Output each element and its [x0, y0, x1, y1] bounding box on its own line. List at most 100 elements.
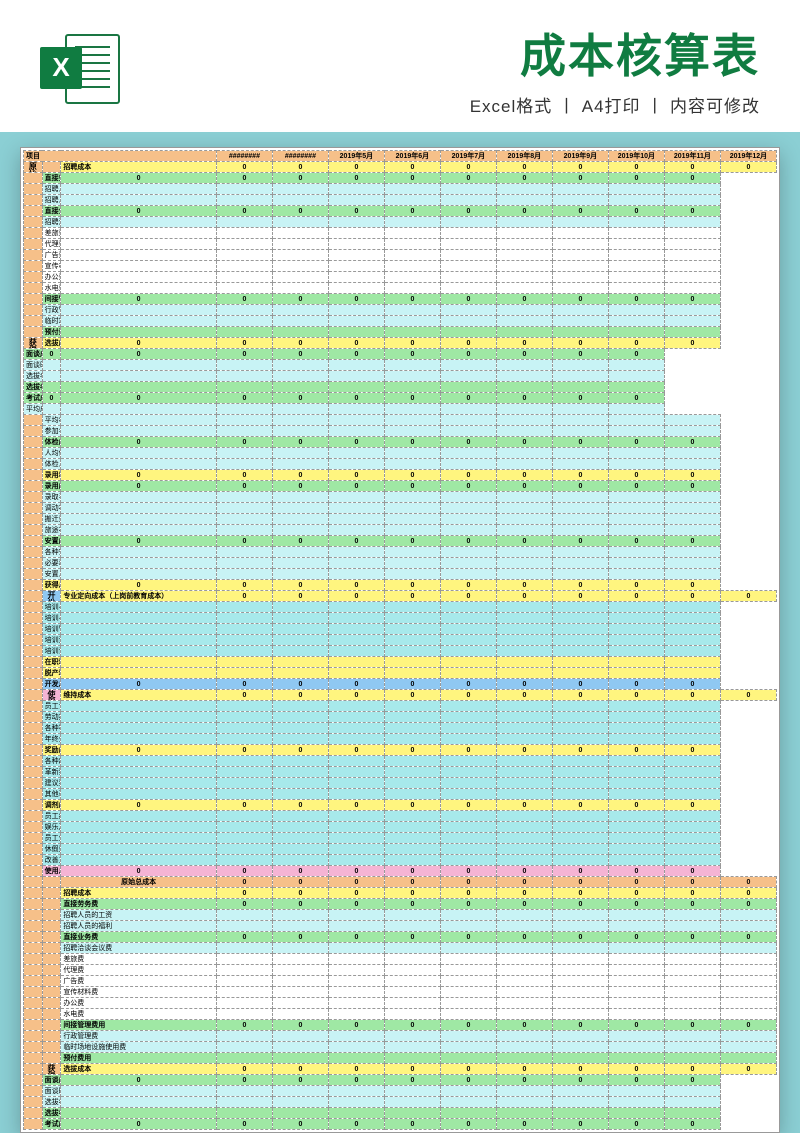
table-cell[interactable] — [552, 283, 608, 294]
table-cell[interactable] — [552, 327, 608, 338]
table-cell[interactable] — [720, 910, 776, 921]
table-cell[interactable]: 0 — [272, 338, 328, 349]
table-cell[interactable] — [272, 327, 328, 338]
table-cell[interactable] — [664, 327, 720, 338]
table-cell[interactable]: 0 — [61, 580, 217, 591]
table-cell[interactable] — [552, 602, 608, 613]
table-cell[interactable] — [272, 734, 328, 745]
table-cell[interactable]: 0 — [440, 1020, 496, 1031]
table-cell[interactable]: 0 — [720, 877, 776, 888]
table-cell[interactable]: 0 — [440, 1075, 496, 1086]
table-cell[interactable] — [384, 558, 440, 569]
table-cell[interactable] — [664, 668, 720, 679]
row-label[interactable]: 间接管理费用 — [42, 294, 61, 305]
row-label[interactable]: 招聘洽谈会议费 — [42, 217, 61, 228]
table-cell[interactable] — [440, 789, 496, 800]
table-cell[interactable] — [42, 360, 61, 371]
table-cell[interactable] — [328, 228, 384, 239]
table-cell[interactable] — [272, 492, 328, 503]
table-cell[interactable] — [552, 195, 608, 206]
table-cell[interactable]: 0 — [61, 338, 217, 349]
row-label[interactable]: 考试成本 — [42, 1119, 61, 1130]
table-cell[interactable] — [664, 1097, 720, 1108]
table-cell[interactable] — [496, 448, 552, 459]
table-cell[interactable] — [552, 712, 608, 723]
table-cell[interactable]: 0 — [552, 437, 608, 448]
table-cell[interactable] — [496, 327, 552, 338]
table-cell[interactable] — [272, 1108, 328, 1119]
table-cell[interactable] — [272, 1097, 328, 1108]
table-cell[interactable] — [496, 811, 552, 822]
table-cell[interactable] — [216, 998, 272, 1009]
table-cell[interactable] — [328, 811, 384, 822]
table-cell[interactable]: 0 — [440, 690, 496, 701]
table-cell[interactable] — [664, 1009, 720, 1020]
table-cell[interactable]: 0 — [664, 470, 720, 481]
table-cell[interactable] — [552, 569, 608, 580]
row-label[interactable]: 面谈时间 — [42, 1086, 61, 1097]
table-cell[interactable] — [664, 283, 720, 294]
table-cell[interactable] — [496, 503, 552, 514]
table-cell[interactable]: 0 — [384, 745, 440, 756]
table-cell[interactable]: 0 — [61, 481, 217, 492]
table-cell[interactable]: 0 — [216, 932, 272, 943]
table-cell[interactable]: 0 — [552, 899, 608, 910]
table-cell[interactable] — [608, 503, 664, 514]
table-cell[interactable] — [608, 987, 664, 998]
table-cell[interactable] — [552, 547, 608, 558]
table-cell[interactable] — [664, 569, 720, 580]
table-cell[interactable] — [440, 261, 496, 272]
table-cell[interactable] — [328, 910, 384, 921]
table-cell[interactable]: 0 — [328, 393, 384, 404]
table-cell[interactable] — [608, 635, 664, 646]
table-cell[interactable] — [328, 602, 384, 613]
table-cell[interactable] — [552, 1097, 608, 1108]
table-cell[interactable]: 0 — [552, 580, 608, 591]
table-cell[interactable]: 0 — [440, 1064, 496, 1075]
table-cell[interactable]: 0 — [664, 679, 720, 690]
table-cell[interactable] — [384, 921, 440, 932]
table-cell[interactable]: 0 — [440, 679, 496, 690]
table-cell[interactable]: 0 — [608, 932, 664, 943]
table-cell[interactable]: 0 — [440, 932, 496, 943]
table-cell[interactable] — [384, 1042, 440, 1053]
table-cell[interactable] — [216, 558, 272, 569]
table-cell[interactable] — [61, 734, 217, 745]
row-label[interactable]: 各种安置行政费用 — [42, 547, 61, 558]
row-label[interactable]: 招聘成本 — [61, 888, 217, 899]
table-cell[interactable]: 0 — [608, 679, 664, 690]
table-cell[interactable]: 0 — [272, 679, 328, 690]
table-cell[interactable] — [496, 1042, 552, 1053]
table-cell[interactable]: 0 — [440, 393, 496, 404]
table-cell[interactable]: 0 — [440, 899, 496, 910]
table-cell[interactable] — [272, 1042, 328, 1053]
table-cell[interactable] — [61, 184, 217, 195]
table-cell[interactable]: 0 — [384, 1075, 440, 1086]
table-cell[interactable]: 0 — [552, 866, 608, 877]
table-cell[interactable]: 0 — [496, 349, 552, 360]
row-label[interactable]: 必要装备费 — [42, 558, 61, 569]
table-cell[interactable]: 0 — [272, 470, 328, 481]
table-cell[interactable] — [496, 415, 552, 426]
table-cell[interactable]: 0 — [496, 470, 552, 481]
table-cell[interactable] — [440, 987, 496, 998]
table-cell[interactable] — [664, 228, 720, 239]
table-cell[interactable] — [496, 734, 552, 745]
table-cell[interactable] — [42, 404, 61, 415]
table-cell[interactable] — [328, 976, 384, 987]
table-cell[interactable] — [61, 668, 217, 679]
table-cell[interactable]: 0 — [552, 690, 608, 701]
table-cell[interactable] — [664, 635, 720, 646]
table-cell[interactable] — [328, 250, 384, 261]
table-cell[interactable]: 0 — [272, 206, 328, 217]
table-cell[interactable]: 0 — [384, 437, 440, 448]
table-cell[interactable] — [328, 646, 384, 657]
table-cell[interactable] — [496, 965, 552, 976]
table-cell[interactable] — [608, 976, 664, 987]
table-cell[interactable] — [552, 514, 608, 525]
row-label[interactable]: 体检成本 — [42, 437, 61, 448]
table-cell[interactable]: 0 — [664, 1075, 720, 1086]
table-cell[interactable] — [61, 228, 217, 239]
table-cell[interactable] — [664, 855, 720, 866]
table-cell[interactable] — [608, 668, 664, 679]
